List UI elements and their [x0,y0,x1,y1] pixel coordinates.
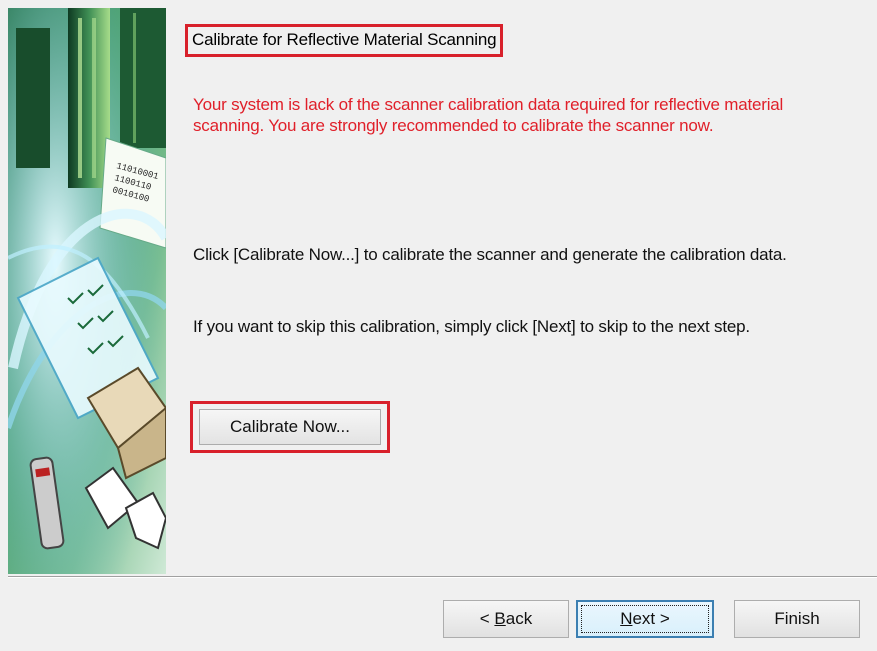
calibrate-instruction-text: Click [Calibrate Now...] to calibrate th… [193,245,787,264]
calibrate-button-highlight: Calibrate Now... [190,401,390,453]
back-mnemonic: B [494,609,506,628]
finish-button[interactable]: Finish [734,600,860,638]
next-focus-ring: Next > [581,605,709,633]
content-panel: Calibrate for Reflective Material Scanni… [166,8,869,574]
scanner-wizard-banner-image: 11010001 1100110 0010100 [8,8,166,574]
calibration-warning-text: Your system is lack of the scanner calib… [193,95,784,135]
next-mnemonic: N [620,609,633,628]
wizard-footer: < Back Next > Finish [0,578,877,651]
next-button[interactable]: Next > [576,600,714,638]
back-prefix: < [479,609,495,628]
back-label-rest: ack [505,609,533,628]
back-button[interactable]: < Back [443,600,569,638]
calibration-wizard-dialog: 11010001 1100110 0010100 Calibrate for R… [0,0,877,651]
calibrate-now-button[interactable]: Calibrate Now... [199,409,381,445]
next-label-rest: ext > [632,609,670,628]
page-title: Calibrate for Reflective Material Scanni… [185,24,504,57]
skip-instruction-text: If you want to skip this calibration, si… [193,317,750,336]
